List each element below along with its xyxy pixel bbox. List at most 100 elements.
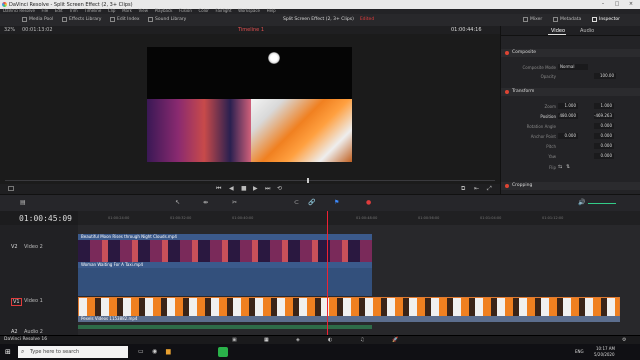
anchor-y-field[interactable]: 0.000: [594, 133, 614, 139]
zoom-y-field[interactable]: 1.000: [594, 103, 614, 109]
pitch-field[interactable]: 0.000: [594, 143, 614, 149]
scrubber-handle[interactable]: [307, 178, 309, 183]
trim-tool-icon[interactable]: ⇹: [203, 199, 208, 206]
app-name: DaVinci Resolve 16: [4, 337, 48, 342]
menu-item[interactable]: File: [42, 8, 49, 13]
menu-item[interactable]: Playback: [155, 8, 173, 13]
blade-tool-icon[interactable]: ✂: [232, 199, 237, 206]
position-y-field[interactable]: -469.263: [594, 113, 614, 119]
menu-item[interactable]: Fusion: [179, 8, 192, 13]
spotify-icon[interactable]: [218, 347, 228, 357]
in-out-icon[interactable]: ⇤: [474, 185, 479, 192]
volume-icon[interactable]: 🔊: [578, 199, 585, 206]
menu-item[interactable]: Edit: [55, 8, 63, 13]
moon-clip-region: [147, 47, 352, 99]
composite-section[interactable]: Composite: [501, 49, 640, 57]
section-enable-icon[interactable]: [505, 51, 509, 55]
task-view-icon[interactable]: ▭: [138, 348, 144, 355]
media-pool-button[interactable]: Media Pool: [22, 16, 53, 23]
menu-item[interactable]: Clip: [108, 8, 116, 13]
viewer-options-icon[interactable]: [8, 186, 14, 191]
section-enable-icon[interactable]: [505, 90, 509, 94]
tab-audio[interactable]: Audio: [580, 28, 594, 34]
deliver-page-icon[interactable]: 🚀: [392, 337, 398, 343]
taskbar-search[interactable]: ⌕ Type here to search: [18, 346, 128, 358]
composite-mode-select[interactable]: Normal: [558, 64, 588, 70]
fusion-page-icon[interactable]: ◈: [296, 337, 300, 343]
media-page-icon[interactable]: ▣: [232, 337, 237, 343]
record-timecode: 01:00:44:16: [451, 27, 482, 33]
volume-slider[interactable]: [588, 203, 616, 204]
color-page-icon[interactable]: ◐: [328, 337, 332, 343]
menu-item[interactable]: DaVinci Resolve: [3, 8, 35, 13]
linked-selection-icon[interactable]: 🔗: [308, 199, 315, 206]
media-pool-label: Media Pool: [29, 17, 54, 22]
maximize-button[interactable]: □: [610, 1, 624, 7]
metadata-button[interactable]: Metadata: [553, 16, 581, 23]
transform-section[interactable]: Transform: [501, 88, 640, 96]
ruler-tick: 01:00:56:00: [418, 216, 440, 220]
menu-item[interactable]: Fairlight: [216, 8, 232, 13]
clip-ink-thumbnails[interactable]: [78, 297, 620, 317]
position-x-field[interactable]: 480.000: [558, 113, 578, 119]
scrubber-track[interactable]: [5, 180, 495, 181]
menu-item[interactable]: Color: [198, 8, 208, 13]
stop-icon[interactable]: ■: [241, 185, 247, 192]
minimize-button[interactable]: –: [596, 1, 610, 7]
snapping-icon[interactable]: ⊂: [294, 199, 299, 206]
play-reverse-icon[interactable]: ◀: [229, 185, 234, 192]
menu-item[interactable]: View: [139, 8, 149, 13]
jump-start-icon[interactable]: ⏮: [216, 185, 221, 193]
inspector-tabs: Video Audio: [501, 26, 640, 36]
edit-page-icon[interactable]: ▦: [264, 337, 269, 343]
selection-tool-icon[interactable]: ↖: [175, 199, 180, 206]
playhead[interactable]: [327, 211, 328, 335]
inspector-button[interactable]: Inspector: [592, 16, 620, 23]
track-name-v1[interactable]: Video 1: [24, 298, 43, 304]
anchor-x-field[interactable]: 0.000: [558, 133, 578, 139]
layout-icon[interactable]: ▤: [20, 199, 26, 206]
source-timecode: 00:01:13:02: [22, 27, 53, 33]
fairlight-page-icon[interactable]: ♫: [360, 337, 364, 343]
edit-index-button[interactable]: Edit Index: [110, 16, 140, 23]
flag-icon[interactable]: ⚑: [334, 199, 339, 206]
position-row: Position 480.000 -469.263: [506, 113, 636, 120]
flip-horizontal-icon[interactable]: ⇆: [558, 164, 562, 170]
language-indicator[interactable]: ENG: [575, 349, 584, 354]
match-frame-icon[interactable]: ⧉: [461, 185, 465, 193]
track-id-v1[interactable]: V1: [11, 298, 22, 306]
jump-end-icon[interactable]: ⏭: [265, 185, 270, 193]
track-headers: V2 Video 2 V1 Video 1 A2 Audio 2: [0, 225, 78, 335]
cropping-section[interactable]: Cropping: [501, 182, 640, 190]
windows-start-icon[interactable]: ⊞: [5, 348, 11, 356]
menu-item[interactable]: Workspace: [238, 8, 260, 13]
settings-icon[interactable]: ⚙: [622, 337, 626, 343]
timeline-ruler[interactable]: 01:00:24:00 01:00:32:00 01:00:40:00 01:0…: [78, 211, 640, 225]
yaw-field[interactable]: 0.000: [594, 153, 614, 159]
rotation-field[interactable]: 0.000: [594, 123, 614, 129]
opacity-field[interactable]: 100.00: [594, 73, 616, 79]
menu-item[interactable]: Help: [267, 8, 276, 13]
explorer-icon[interactable]: ▆: [166, 348, 171, 355]
timeline-name[interactable]: Timeline 1: [238, 27, 264, 33]
mixer-button[interactable]: Mixer: [523, 16, 542, 23]
zoom-x-field[interactable]: 1.000: [558, 103, 578, 109]
inspector-panel: Video Audio Composite Composite Mode Norm…: [500, 26, 640, 194]
loop-icon[interactable]: ⟲: [277, 185, 282, 192]
menu-item[interactable]: Mark: [122, 8, 132, 13]
effects-library-button[interactable]: Effects Library: [62, 16, 101, 23]
play-icon[interactable]: ▶: [253, 185, 258, 192]
clip-ink-label[interactable]: Pexels Videos 1153882.mp4: [78, 316, 620, 322]
section-enable-icon[interactable]: [505, 184, 509, 188]
viewer-frame[interactable]: [147, 47, 352, 162]
browser-icon[interactable]: ◉: [152, 348, 157, 355]
menu-item[interactable]: Timeline: [84, 8, 101, 13]
menu-item[interactable]: Trim: [69, 8, 78, 13]
zoom-level[interactable]: 32%: [4, 27, 15, 33]
marker-icon[interactable]: ●: [366, 199, 371, 206]
sound-library-button[interactable]: Sound Library: [148, 16, 186, 23]
track-name-v2[interactable]: Video 2: [24, 244, 43, 250]
flip-vertical-icon[interactable]: ⇅: [566, 164, 570, 170]
close-button[interactable]: ×: [624, 1, 638, 7]
fullscreen-icon[interactable]: ⤢: [487, 185, 492, 193]
